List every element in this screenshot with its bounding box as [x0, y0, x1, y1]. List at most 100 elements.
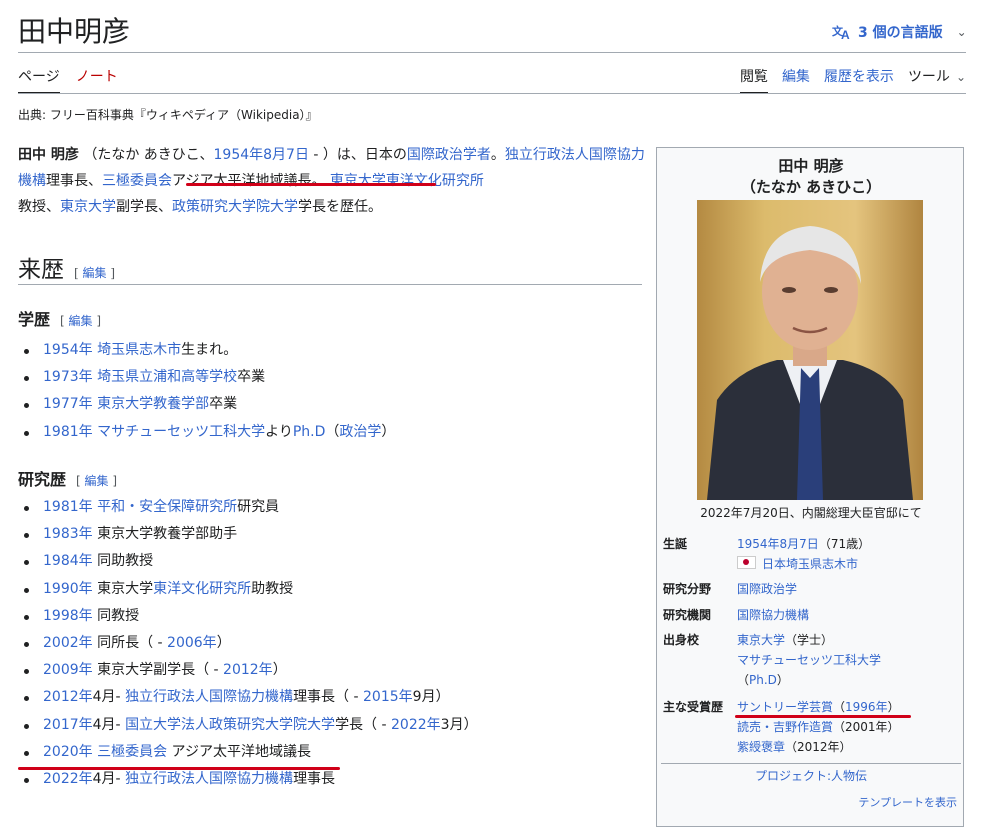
list-item: 1984年 同助教授	[18, 548, 478, 575]
link-year[interactable]: 2015年	[363, 689, 413, 705]
tab-read[interactable]: 閲覧	[739, 66, 768, 94]
link-year[interactable]: 2012年	[223, 662, 273, 678]
link-degree[interactable]: Ph.D	[293, 424, 326, 440]
item-text: 4月-	[92, 689, 126, 706]
infobox-label: 生誕	[663, 537, 688, 551]
edit-section-research[interactable]: [ 編集 ]	[76, 474, 117, 488]
link-degree[interactable]: Ph.D	[749, 673, 777, 687]
title-divider	[18, 52, 966, 53]
portrait-image	[697, 200, 923, 500]
link-birth-date[interactable]: 1954年8月7日	[214, 147, 309, 163]
link-utokyo[interactable]: 東京大学	[60, 199, 116, 215]
link-org[interactable]: 東洋文化研究所	[153, 581, 251, 597]
infobox-paren: ）	[887, 700, 900, 714]
link-year[interactable]: 1977年	[43, 396, 93, 412]
link-field[interactable]: 国際政治学	[737, 582, 797, 596]
link-year[interactable]: 1990年	[43, 581, 93, 597]
link-birth-place[interactable]: 日本埼玉県志木市	[762, 557, 858, 571]
link-place[interactable]: マサチューセッツ工科大学	[97, 424, 265, 440]
tab-page[interactable]: ページ	[18, 66, 60, 94]
link-org[interactable]: 三極委員会	[97, 744, 167, 760]
edit-section-education[interactable]: [ 編集 ]	[60, 314, 101, 328]
tab-history[interactable]: 履歴を表示	[824, 66, 894, 86]
tools-menu[interactable]: ツール ⌄	[908, 66, 966, 86]
subsection-title: 研究歴	[18, 470, 67, 489]
list-item: 2009年 東京大学副学長（ - 2012年）	[18, 657, 478, 684]
infobox-value: サントリー学芸賞（1996年） 読売・吉野作造賞（2001年） 紫綬褒章（201…	[737, 697, 963, 757]
item-text: 4月-	[92, 770, 126, 787]
link-org[interactable]: 独立行政法人国際協力機構	[125, 771, 293, 787]
language-button[interactable]: 文 A 3 個の言語版 ⌄	[832, 22, 967, 42]
link-org[interactable]: 国立大学法人政策研究大学院大学	[125, 717, 335, 733]
japan-flag-icon	[737, 556, 756, 569]
link-award1-year[interactable]: 1996年	[845, 700, 888, 714]
item-text: 学長（ -	[335, 716, 392, 733]
link-birth-date[interactable]: 1954年8月7日	[737, 537, 819, 551]
link-year[interactable]: 2017年	[43, 717, 93, 733]
item-text: 9月）	[412, 689, 450, 706]
project-link[interactable]: プロジェクト:人物伝	[657, 767, 965, 784]
subject-name: 田中 明彦	[18, 147, 79, 163]
list-item: 1998年 同教授	[18, 603, 478, 630]
subsection-heading-research: 研究歴 [ 編集 ]	[18, 466, 117, 490]
link-award2[interactable]: 読売・吉野作造賞	[737, 720, 833, 734]
link-alma2[interactable]: マサチューセッツ工科大学	[737, 653, 881, 667]
list-item: 2020年 三極委員会 アジア太平洋地域議長	[18, 739, 478, 766]
view-tabs: 閲覧 編集 履歴を表示 ツール ⌄	[739, 66, 966, 94]
item-text: アジア太平洋地域議長	[171, 743, 311, 760]
link-year[interactable]: 1998年	[43, 608, 93, 624]
show-template-link[interactable]: テンプレートを表示	[858, 794, 957, 810]
link-subject[interactable]: 政治学	[339, 424, 381, 440]
link-year[interactable]: 1981年	[43, 499, 93, 515]
intro-text: 教授、	[18, 199, 60, 215]
link-year[interactable]: 2022年	[391, 717, 441, 733]
link-alma1[interactable]: 東京大学	[737, 633, 785, 647]
link-place[interactable]: 埼玉県志木市	[97, 342, 181, 358]
link-award1[interactable]: サントリー学芸賞	[737, 700, 833, 714]
link-place[interactable]: 東京大学教養学部	[97, 396, 209, 412]
portrait-photo[interactable]	[697, 200, 923, 500]
link-year[interactable]: 1973年	[43, 369, 93, 385]
infobox-paren: （	[737, 673, 750, 687]
infobox-age: （71歳）	[818, 537, 871, 551]
link-field[interactable]: 国際政治学者	[407, 147, 491, 163]
svg-text:A: A	[841, 28, 850, 40]
tab-edit[interactable]: 編集	[782, 66, 810, 86]
infobox-value: 国際政治学	[737, 579, 963, 599]
intro-text: 。	[311, 173, 326, 189]
item-text: 4月-	[92, 716, 126, 733]
infobox-value: 国際協力機構	[737, 605, 963, 625]
intro-text: - ）は、日本の	[308, 147, 407, 163]
link-year[interactable]: 2012年	[43, 689, 93, 705]
list-item: 1981年 マサチューセッツ工科大学よりPh.D（政治学）	[18, 419, 395, 446]
link-year[interactable]: 2002年	[43, 635, 93, 651]
link-grips[interactable]: 政策研究大学院大学	[172, 199, 298, 215]
tools-label: ツール	[907, 69, 950, 85]
link-ioc[interactable]: 東京大学東洋文化研究所	[330, 173, 484, 189]
intro-text: 学長を歴任。	[298, 199, 382, 215]
link-award3[interactable]: 紫綬褒章	[737, 740, 785, 754]
infobox-label: 主な受賞歴	[663, 700, 724, 714]
item-text: 理事長	[293, 770, 336, 787]
intro-text: 副学長、	[116, 199, 172, 215]
red-underline-annotation	[186, 183, 436, 186]
link-org[interactable]: 独立行政法人国際協力機構	[125, 689, 293, 705]
link-year[interactable]: 2006年	[167, 635, 217, 651]
link-institution[interactable]: 国際協力機構	[737, 608, 809, 622]
link-org[interactable]: 平和・安全保障研究所	[97, 499, 237, 515]
link-place[interactable]: 埼玉県立浦和高等学校	[97, 369, 237, 385]
list-item: 1973年 埼玉県立浦和高等学校卒業	[18, 364, 395, 391]
infobox-label: 出身校	[663, 633, 700, 647]
link-year[interactable]: 1981年	[43, 424, 93, 440]
link-year[interactable]: 1954年	[43, 342, 93, 358]
link-year[interactable]: 2009年	[43, 662, 93, 678]
link-trilateral[interactable]: 三極委員会	[102, 173, 172, 189]
edit-section-history[interactable]: [ 編集 ]	[74, 266, 115, 280]
link-year[interactable]: 1984年	[43, 553, 93, 569]
link-year[interactable]: 2020年	[43, 744, 93, 760]
edit-label: 編集	[84, 474, 109, 488]
link-year[interactable]: 1983年	[43, 526, 93, 542]
infobox-divider	[661, 763, 961, 764]
link-year[interactable]: 2022年	[43, 771, 93, 787]
tab-talk[interactable]: ノート	[76, 66, 118, 94]
